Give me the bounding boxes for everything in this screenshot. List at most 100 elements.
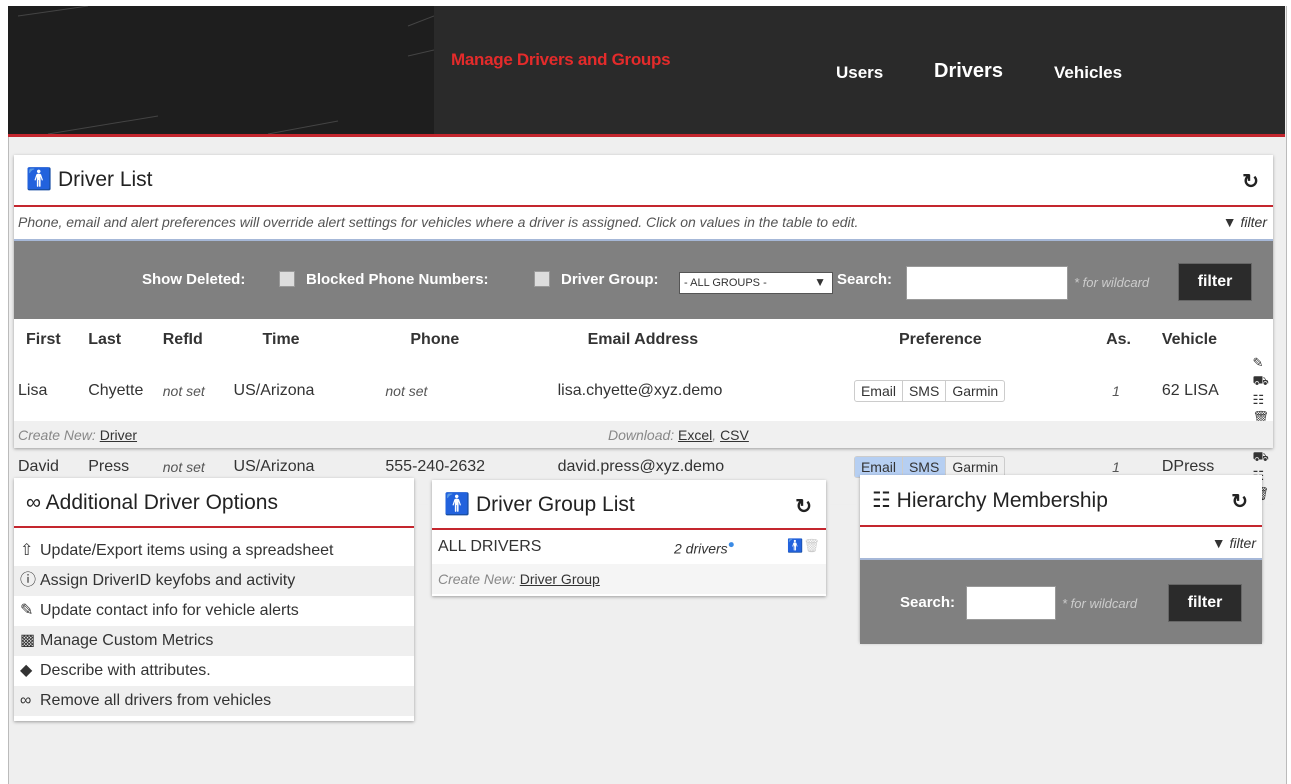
option-keyfobs-label: Assign DriverID keyfobs and activity [40, 572, 296, 589]
driver-list-header: 🚹 Driver List ↻ [14, 155, 1273, 207]
option-custom-metrics[interactable]: ▩ Manage Custom Metrics [14, 626, 414, 656]
filter-link[interactable]: ▼ filter [1223, 214, 1267, 230]
driver-group-select[interactable]: - ALL GROUPS - ▼ [679, 272, 833, 294]
pref-sms[interactable]: SMS [902, 456, 947, 477]
cell-time[interactable]: US/Arizona [232, 353, 366, 429]
driver-group-title: 🚹 Driver Group List [444, 493, 635, 517]
logo-graphic [17, 6, 434, 134]
option-attributes[interactable]: ◆ Describe with attributes. [14, 656, 414, 686]
table-header-row: First Last RefId Time Phone Email Addres… [14, 327, 1273, 353]
download: Download: Excel, CSV [608, 427, 749, 443]
create-driver-link[interactable]: Driver [100, 427, 137, 443]
trash-icon[interactable]: 🗑 [803, 538, 820, 553]
header: Manage Drivers and Groups Users Drivers … [8, 6, 1285, 137]
edit-icon[interactable]: ✎ [1252, 355, 1263, 370]
col-last: Last [88, 331, 122, 348]
pencil-icon: ✎ [20, 602, 34, 619]
additional-options-title-text: Additional Driver Options [45, 491, 278, 514]
link-icon: ∞ [26, 491, 41, 514]
cell-last[interactable]: Chyette [80, 353, 155, 429]
truck-icon[interactable]: ⛟ [1252, 449, 1268, 464]
cell-phone[interactable]: not set [365, 353, 548, 429]
col-actions [1251, 327, 1273, 353]
hierarchy-filter-bar: Search: * for wildcard filter [860, 558, 1262, 644]
option-spreadsheet[interactable]: ⇧ Update/Export items using a spreadsheet [14, 536, 414, 566]
hierarchy-icon[interactable]: ☷ [1252, 392, 1264, 407]
additional-options-title: ∞ Additional Driver Options [26, 491, 278, 515]
filter-link[interactable]: ▼ filter [1212, 535, 1256, 551]
hierarchy-icon: ☷ [872, 489, 891, 512]
nav-users[interactable]: Users [836, 63, 883, 83]
cell-refid[interactable]: not set [154, 353, 233, 429]
col-time: Time [262, 331, 300, 348]
refresh-icon[interactable]: ↻ [1231, 489, 1248, 514]
option-keyfobs[interactable]: ⓘ Assign DriverID keyfobs and activity [14, 566, 414, 596]
blocked-phone-checkbox[interactable] [534, 271, 550, 287]
driver-group-header: 🚹 Driver Group List ↻ [432, 480, 826, 530]
download-excel-link[interactable]: Excel [678, 427, 712, 443]
pref-email[interactable]: Email [854, 456, 903, 477]
preference-group: Email SMS Garmin [853, 379, 1006, 402]
filter-icon: ▼ [1222, 214, 1237, 230]
pref-garmin[interactable]: Garmin [946, 381, 1004, 401]
driver-list-note: Phone, email and alert preferences will … [14, 208, 1273, 236]
pref-sms[interactable]: SMS [903, 380, 947, 401]
upload-icon: ⇧ [20, 542, 34, 559]
truck-icon[interactable]: ⛟ [1252, 373, 1268, 388]
group-count: 2 drivers● [674, 538, 735, 557]
cell-first[interactable]: Lisa [14, 353, 81, 429]
nav-drivers[interactable]: Drivers [934, 60, 1003, 83]
download-label: Download: [608, 427, 675, 443]
pref-garmin[interactable]: Garmin [946, 457, 1004, 477]
filter-icon: ▼ [1211, 535, 1226, 551]
show-deleted-label: Show Deleted: [142, 271, 246, 288]
create-new-group: Create New: Driver Group [438, 571, 600, 587]
dropdown-arrow-icon: ▼ [814, 275, 826, 289]
cell-assigned: 1 [1096, 353, 1161, 429]
search-label: Search: [900, 594, 956, 611]
option-contact-info[interactable]: ✎ Update contact info for vehicle alerts [14, 596, 414, 626]
refresh-icon[interactable]: ↻ [1242, 169, 1259, 194]
show-deleted-checkbox[interactable] [279, 271, 295, 287]
create-driver-group-link[interactable]: Driver Group [520, 571, 600, 587]
search-input[interactable] [906, 266, 1068, 300]
unlink-icon: ∞ [20, 692, 32, 709]
filter-button[interactable]: filter [1168, 584, 1242, 622]
cell-email[interactable]: lisa.chyette@xyz.demo [547, 353, 834, 429]
create-new: Create New: Driver [18, 427, 137, 443]
driver-list-title: 🚹 Driver List [26, 168, 153, 192]
bar-chart-icon: ▩ [20, 632, 36, 649]
driver-group-title-text: Driver Group List [476, 493, 635, 516]
app-title: Manage Drivers and Groups [451, 50, 671, 69]
pref-email[interactable]: Email [855, 380, 903, 401]
group-name[interactable]: ALL DRIVERS [438, 538, 541, 556]
cell-vehicle[interactable]: 62 LISA [1160, 353, 1252, 429]
tag-icon: ◆ [20, 662, 33, 679]
driver-group-label: Driver Group: [561, 271, 659, 288]
group-row[interactable]: ALL DRIVERS 2 drivers● 🚹🗑 [432, 532, 826, 562]
option-attributes-label: Describe with attributes. [40, 662, 211, 679]
person-icon[interactable]: 🚹 [787, 538, 803, 553]
search-input[interactable] [966, 586, 1056, 620]
group-count-text: 2 drivers [674, 540, 728, 557]
option-remove-drivers-label: Remove all drivers from vehicles [40, 692, 272, 709]
table-row[interactable]: Lisa Chyette not set US/Arizona not set … [14, 353, 1273, 429]
download-csv-link[interactable]: CSV [720, 427, 749, 443]
refresh-icon[interactable]: ↻ [795, 494, 812, 519]
create-new-label: Create New: [18, 427, 96, 443]
option-remove-drivers[interactable]: ∞ Remove all drivers from vehicles [14, 686, 414, 716]
info-icon: ● [727, 538, 735, 551]
wildcard-hint: * for wildcard [1074, 275, 1150, 290]
filter-link-text: filter [1240, 214, 1267, 230]
search-label: Search: [837, 271, 893, 288]
nav-vehicles[interactable]: Vehicles [1054, 63, 1122, 83]
blocked-phone-label: Blocked Phone Numbers: [306, 271, 489, 288]
option-contact-info-label: Update contact info for vehicle alerts [40, 602, 299, 619]
hierarchy-title-text: Hierarchy Membership [896, 489, 1108, 512]
cell-preference: Email SMS Garmin [833, 353, 1097, 429]
download-separator: , [712, 427, 717, 443]
hierarchy-panel: ☷ Hierarchy Membership ↻ ▼ filter Search… [860, 475, 1262, 644]
filter-button[interactable]: filter [1178, 263, 1252, 301]
driver-list-panel: 🚹 Driver List ↻ Phone, email and alert p… [14, 155, 1273, 505]
hierarchy-header: ☷ Hierarchy Membership ↻ [860, 475, 1262, 527]
